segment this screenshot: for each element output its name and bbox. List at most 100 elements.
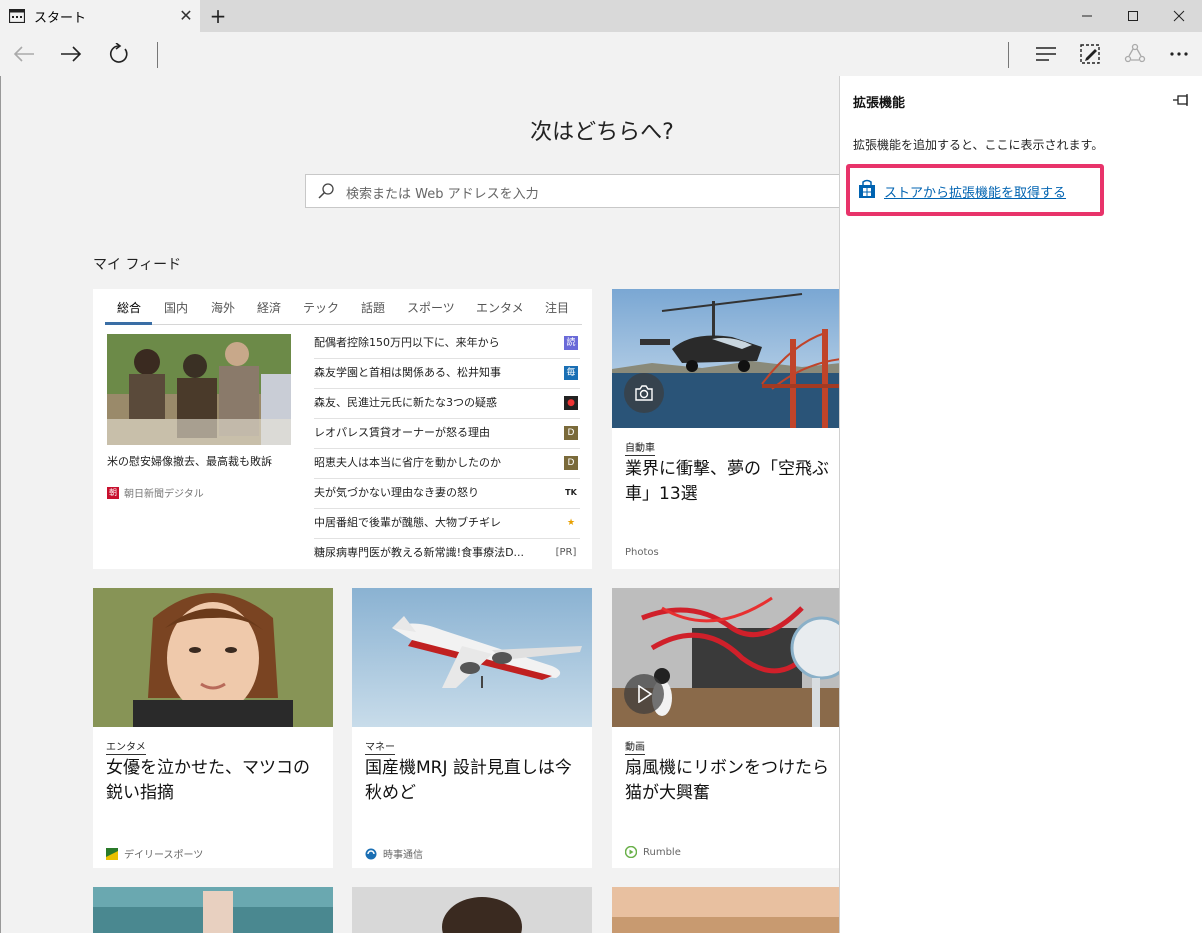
jiji-logo-icon: [365, 848, 377, 859]
story-image: [93, 588, 333, 727]
tab-domestic[interactable]: 国内: [164, 299, 188, 316]
featured-source-name: 朝日新聞デジタル: [124, 489, 204, 500]
tab-sports[interactable]: スポーツ: [407, 299, 455, 316]
tab-title: スタート: [34, 11, 87, 26]
headline-text: 森友、民進辻元氏に新たな3つの疑惑: [314, 396, 497, 409]
share-icon[interactable]: [1119, 38, 1151, 70]
story-title: 国産機MRJ 設計見直しは今秋めど: [365, 758, 572, 803]
maximize-icon[interactable]: [1110, 0, 1156, 32]
refresh-icon[interactable]: [103, 38, 135, 70]
store-link-highlight: ストアから拡張機能を取得する: [846, 164, 1104, 216]
story-card[interactable]: マネー 国産機MRJ 設計見直しは今秋めど 時事通信: [352, 588, 592, 868]
list-item[interactable]: レオパレス賃貸オーナーが怒る理由 D: [314, 419, 580, 449]
extensions-panel: 拡張機能 拡張機能を追加すると、ここに表示されます。 ストアから拡張機能を取得す…: [839, 76, 1202, 933]
story-source: Photos: [625, 547, 659, 558]
page-headline: 次はどちらへ?: [530, 120, 674, 145]
asahi-logo-icon: 朝: [107, 486, 119, 499]
tab-page-icon: [9, 9, 25, 23]
tab-economy[interactable]: 経済: [257, 299, 281, 316]
list-item[interactable]: 夫が気づかない理由なき妻の怒り TK: [314, 479, 580, 509]
panel-title: 拡張機能: [853, 96, 906, 111]
story-title: 業界に衝撃、夢の「空飛ぶ車」13選: [625, 459, 829, 504]
story-card[interactable]: 自動車 業界に衝撃、夢の「空飛ぶ車」13選 Photos: [612, 289, 840, 569]
store-icon: [859, 179, 875, 198]
source-logo-icon: 毎: [564, 366, 578, 380]
list-item[interactable]: 森友、民進辻元氏に新たな3つの疑惑 ●: [314, 389, 580, 419]
tab-entertainment[interactable]: エンタメ: [476, 299, 524, 316]
story-source: 時事通信: [365, 846, 423, 861]
tab-start[interactable]: スタート ✕: [0, 0, 200, 32]
story-category: 動画: [625, 738, 645, 755]
story-category: 自動車: [625, 439, 655, 456]
story-image: [612, 588, 840, 727]
news-card: 総合 国内 海外 経済 テック 話題 スポーツ エンタメ 注目 米の慰安婦像撤去…: [93, 289, 592, 569]
search-input[interactable]: 検索または Web アドレスを入力: [305, 174, 840, 208]
headline-text: 中居番組で後輩が醜態、大物ブチギレ: [314, 516, 501, 529]
nav-separator: [157, 42, 158, 68]
source-logo-icon: 読: [564, 336, 578, 350]
story-title: 扇風機にリボンをつけたら猫が大興奮: [625, 758, 829, 803]
daily-sports-logo-icon: [106, 847, 118, 860]
feed-title: マイ フィード: [93, 257, 182, 273]
title-bar: スタート ✕ +: [0, 0, 1202, 32]
story-card[interactable]: [612, 887, 840, 933]
tab-world[interactable]: 海外: [211, 299, 235, 316]
more-icon[interactable]: [1163, 38, 1195, 70]
headline-text: 夫が気づかない理由なき妻の怒り: [314, 486, 479, 499]
headline-list: 配偶者控除150万円以下に、来年から 読 森友学園と首相は関係ある、松井知事 毎 森…: [314, 329, 580, 569]
headline-text: 森友学園と首相は関係ある、松井知事: [314, 366, 501, 379]
story-source-name: 時事通信: [383, 850, 423, 861]
story-image: [352, 588, 592, 727]
story-category: エンタメ: [106, 738, 146, 755]
nav-separator-right: [1008, 42, 1009, 68]
story-source: Rumble: [625, 846, 681, 858]
start-page: 次はどちらへ? 検索または Web アドレスを入力 マイ フィード 総合 国内 …: [0, 76, 840, 933]
story-card[interactable]: 動画 扇風機にリボンをつけたら猫が大興奮 Rumble: [612, 588, 840, 868]
rumble-logo-icon: [625, 846, 637, 858]
tab-featured[interactable]: 注目: [545, 299, 569, 316]
tab-tech[interactable]: テック: [303, 299, 339, 316]
play-icon[interactable]: [624, 674, 664, 714]
source-logo-icon: ●: [564, 396, 578, 410]
story-card[interactable]: [352, 887, 592, 933]
headline-text: 配偶者控除150万円以下に、来年から: [314, 336, 500, 349]
pin-icon[interactable]: [1172, 93, 1190, 107]
close-icon[interactable]: ✕: [176, 6, 196, 26]
source-logo-icon: TK: [564, 486, 578, 500]
forward-icon[interactable]: [55, 38, 87, 70]
minimize-icon[interactable]: [1064, 0, 1110, 32]
headline-text: 昭恵夫人は本当に省庁を動かしたのか: [314, 456, 501, 469]
list-item[interactable]: 中居番組で後輩が醜態、大物ブチギレ ★: [314, 509, 580, 539]
story-category: マネー: [365, 738, 395, 755]
source-logo-icon: ★: [564, 516, 578, 530]
featured-caption[interactable]: 米の慰安婦像撤去、最高裁も敗訴: [107, 453, 272, 469]
tab-topics[interactable]: 話題: [361, 299, 385, 316]
pr-badge: [PR]: [554, 546, 578, 560]
list-item[interactable]: 配偶者控除150万円以下に、来年から 読: [314, 329, 580, 359]
list-item[interactable]: 森友学園と首相は関係ある、松井知事 毎: [314, 359, 580, 389]
camera-icon: [624, 373, 664, 413]
back-icon[interactable]: [8, 38, 40, 70]
story-card[interactable]: エンタメ 女優を泣かせた、マツコの鋭い指摘 デイリースポーツ: [93, 588, 333, 868]
nav-bar: [0, 32, 1202, 76]
story-source-name: Rumble: [643, 846, 681, 858]
headline-text: 糖尿病専門医が教える新常識!食事療法D...: [314, 546, 525, 559]
list-item[interactable]: 昭恵夫人は本当に省庁を動かしたのか D: [314, 449, 580, 479]
story-source-name: Photos: [625, 547, 659, 558]
tab-general[interactable]: 総合: [117, 299, 141, 316]
note-icon[interactable]: [1074, 38, 1106, 70]
search-icon: [318, 183, 334, 199]
search-placeholder: 検索または Web アドレスを入力: [346, 187, 539, 202]
story-card[interactable]: [93, 887, 333, 933]
hub-icon[interactable]: [1030, 38, 1062, 70]
plus-icon[interactable]: +: [206, 4, 230, 28]
store-link[interactable]: ストアから拡張機能を取得する: [884, 182, 1066, 201]
window-close-icon[interactable]: [1156, 0, 1202, 32]
featured-source: 朝 朝日新聞デジタル: [107, 485, 204, 500]
headline-text: レオパレス賃貸オーナーが怒る理由: [314, 426, 490, 439]
active-tab-indicator: [105, 322, 152, 325]
source-logo-icon: D: [564, 426, 578, 440]
featured-image[interactable]: [107, 334, 291, 445]
list-item[interactable]: 糖尿病専門医が教える新常識!食事療法D... [PR]: [314, 539, 580, 569]
category-tabs: 総合 国内 海外 経済 テック 話題 スポーツ エンタメ 注目: [105, 289, 582, 325]
